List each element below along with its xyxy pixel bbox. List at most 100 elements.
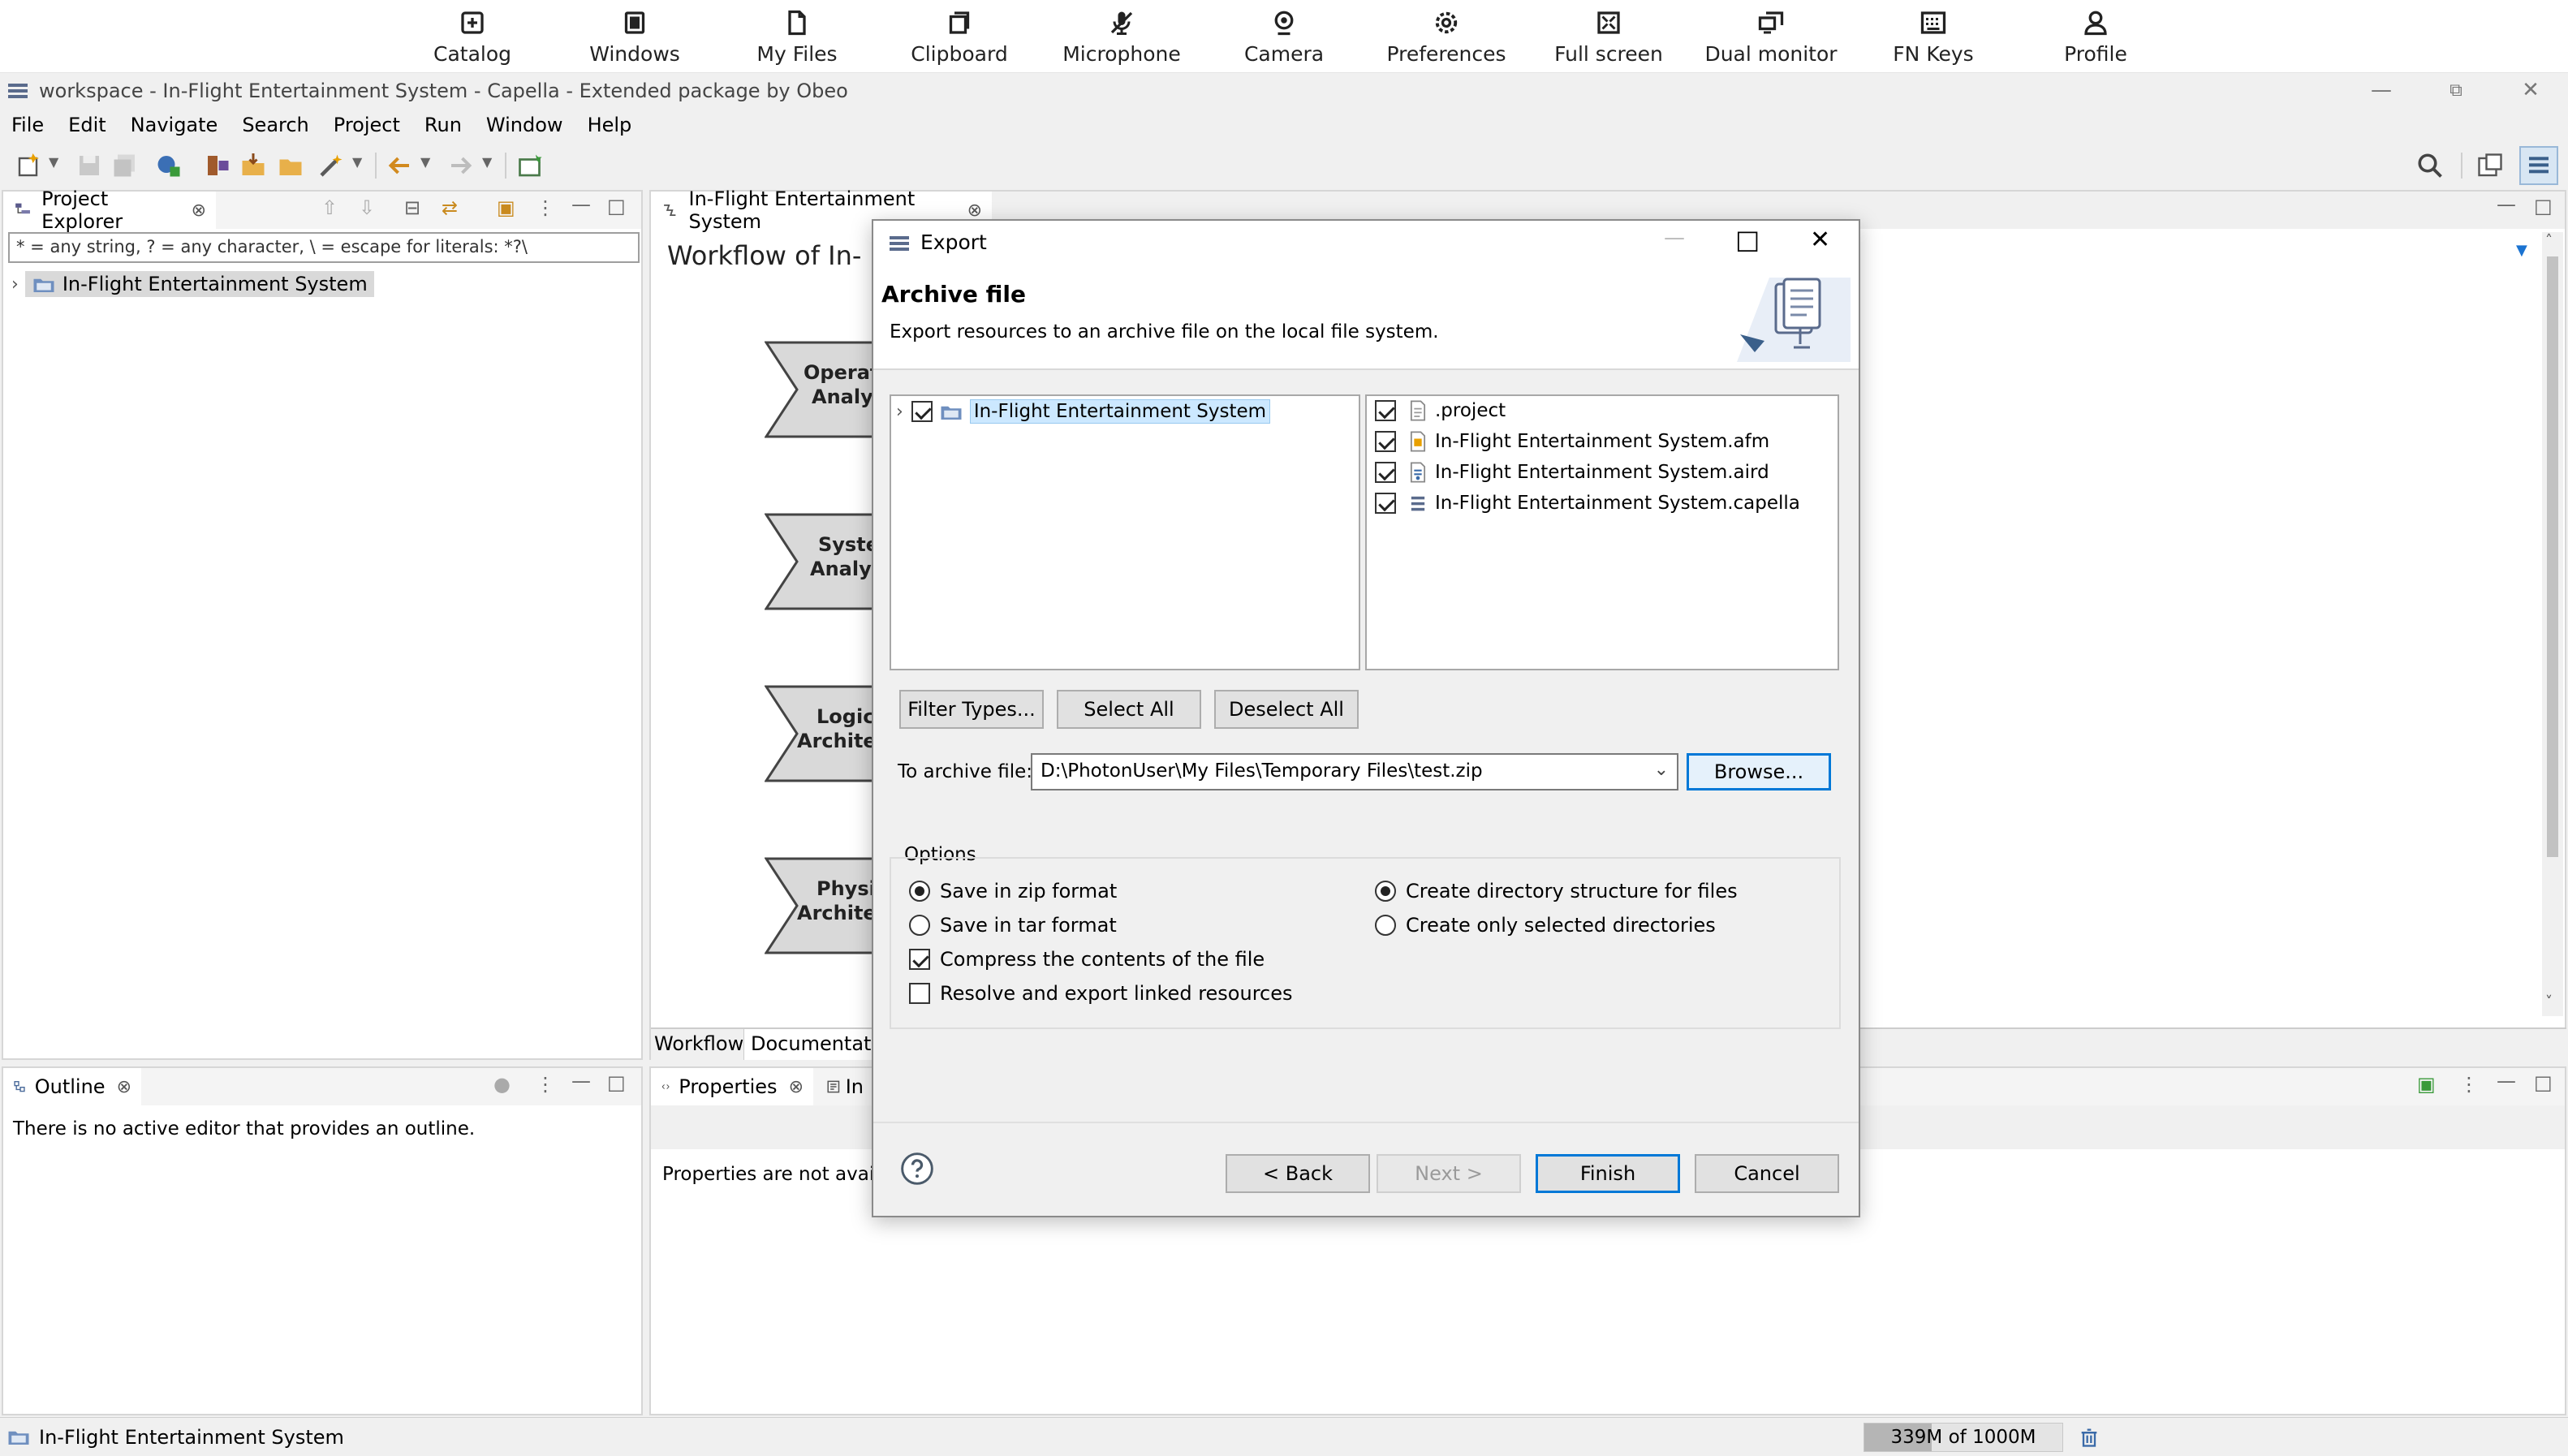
create-selected-dirs-option[interactable]: Create only selected directories (1375, 914, 1716, 937)
select-all-button[interactable]: Select All (1057, 690, 1201, 729)
dialog-maximize-icon[interactable]: □ (1735, 224, 1760, 255)
search-icon[interactable] (2415, 151, 2445, 180)
editor-scrollbar[interactable]: ˄ ˅ (2542, 232, 2563, 1016)
help-icon[interactable] (899, 1151, 935, 1187)
tool-dropdown-chevron-icon[interactable]: ▼ (352, 154, 362, 170)
workflow-step-physical[interactable]: Physi Archite (764, 857, 880, 958)
dialog-minimize-icon[interactable]: — (1664, 226, 1685, 250)
outline-menu-icon[interactable]: ⋮ (536, 1073, 555, 1096)
menu-run[interactable]: Run (424, 114, 462, 136)
file-item-aird[interactable]: In-Flight Entertainment System.aird (1375, 461, 1769, 484)
compress-option[interactable]: Compress the contents of the file (909, 948, 1265, 971)
create-selected-dirs-radio[interactable] (1375, 915, 1396, 936)
heap-status[interactable]: 339M of 1000M (1864, 1423, 2063, 1452)
scroll-up-icon[interactable]: ˄ (2545, 232, 2553, 249)
fn-keys-button[interactable]: FN Keys (1852, 5, 2014, 70)
minimize-view-icon[interactable]: — (571, 193, 591, 216)
create-dir-structure-radio[interactable] (1375, 881, 1396, 902)
minimize-properties-icon[interactable]: — (2497, 1070, 2516, 1092)
forward-arrow-icon[interactable] (446, 151, 476, 180)
deselect-all-button[interactable]: Deselect All (1214, 690, 1359, 729)
resource-tree-item[interactable]: › In-Flight Entertainment System (896, 399, 1271, 424)
chevron-down-icon[interactable]: ⌄ (1654, 760, 1669, 780)
back-button[interactable]: < Back (1226, 1154, 1370, 1193)
view-menu-icon[interactable]: ⋮ (536, 196, 555, 219)
menu-help[interactable]: Help (588, 114, 632, 136)
close-properties-tab-icon[interactable]: ⊗ (789, 1077, 804, 1097)
menu-edit[interactable]: Edit (68, 114, 106, 136)
workflow-step-operational[interactable]: Operat Analy (764, 341, 880, 442)
resource-checkbox[interactable] (911, 401, 933, 422)
link-with-editor-icon[interactable]: ⇄ (442, 196, 458, 219)
full-screen-button[interactable]: Full screen (1527, 5, 1690, 70)
file-item-project[interactable]: .project (1375, 399, 1506, 422)
maximize-properties-icon[interactable]: □ (2534, 1071, 2553, 1094)
close-window-button[interactable]: ✕ (2514, 76, 2547, 104)
minimize-editor-icon[interactable]: — (2497, 193, 2516, 216)
maximize-outline-icon[interactable]: □ (607, 1071, 626, 1094)
save-icon[interactable] (75, 151, 104, 180)
resource-expand-chevron-icon[interactable]: › (896, 402, 903, 422)
open-perspective-icon[interactable] (516, 151, 545, 180)
close-tab-icon[interactable]: ⊗ (192, 200, 206, 221)
tab-information[interactable]: In (817, 1068, 873, 1105)
pin-view-icon[interactable]: ▣ (2417, 1073, 2436, 1096)
file-checkbox[interactable] (1375, 431, 1396, 452)
camera-button[interactable]: Camera (1203, 5, 1365, 70)
lock-icon[interactable]: ▣ (497, 196, 515, 219)
cancel-button[interactable]: Cancel (1695, 1154, 1839, 1193)
compress-checkbox[interactable] (909, 949, 930, 970)
model-tool-icon[interactable] (203, 151, 232, 180)
create-dir-structure-option[interactable]: Create directory structure for files (1375, 880, 1738, 902)
editor-dropdown-icon[interactable]: ▼ (2516, 242, 2527, 259)
profile-button[interactable]: Profile (2014, 5, 2177, 70)
archive-path-combo[interactable]: D:\PhotonUser\My Files\Temporary Files\t… (1031, 753, 1678, 790)
save-tar-radio[interactable] (909, 915, 930, 936)
forward-dropdown-chevron-icon[interactable]: ▼ (482, 154, 492, 170)
restore-window-button[interactable]: ⧉ (2440, 76, 2472, 104)
tab-properties[interactable]: Properties ⊗ (651, 1068, 813, 1105)
tree-item-ifes[interactable]: › In-Flight Entertainment System (11, 271, 374, 297)
dialog-close-icon[interactable]: ✕ (1810, 226, 1830, 254)
back-dropdown-chevron-icon[interactable]: ▼ (420, 154, 430, 170)
catalog-button[interactable]: Catalog (391, 5, 554, 70)
close-outline-tab-icon[interactable]: ⊗ (117, 1077, 131, 1097)
save-zip-option[interactable]: Save in zip format (909, 880, 1117, 902)
tree-item-selected[interactable]: In-Flight Entertainment System (24, 271, 374, 297)
collapse-all-icon[interactable]: ⊟ (404, 196, 420, 219)
open-folder-icon[interactable] (276, 151, 305, 180)
scrollbar-thumb[interactable] (2547, 256, 2558, 857)
file-checkbox[interactable] (1375, 462, 1396, 483)
wand-tool-icon[interactable] (317, 151, 346, 180)
properties-menu-icon[interactable]: ⋮ (2459, 1073, 2479, 1096)
file-checkbox[interactable] (1375, 493, 1396, 514)
menu-window[interactable]: Window (486, 114, 563, 136)
capella-project-icon[interactable] (154, 151, 183, 180)
preferences-button[interactable]: Preferences (1365, 5, 1527, 70)
perspective-switch-icon[interactable] (2475, 151, 2505, 180)
project-filter-input[interactable]: * = any string, ? = any character, \ = e… (8, 232, 640, 263)
my-files-button[interactable]: My Files (716, 5, 878, 70)
file-item-capella[interactable]: In-Flight Entertainment System.capella (1375, 492, 1800, 515)
scroll-down-icon[interactable]: ˅ (2545, 993, 2553, 1010)
minimize-outline-icon[interactable]: — (571, 1070, 591, 1092)
import-icon[interactable] (239, 151, 268, 180)
finish-button[interactable]: Finish (1536, 1154, 1680, 1193)
capella-perspective-button[interactable] (2519, 146, 2558, 185)
file-checkbox[interactable] (1375, 400, 1396, 421)
next-button[interactable]: Next > (1377, 1154, 1521, 1193)
tab-project-explorer[interactable]: Project Explorer ⊗ (3, 187, 216, 233)
microphone-button[interactable]: Microphone (1041, 5, 1203, 70)
garbage-collect-icon[interactable] (2078, 1426, 2101, 1449)
up-arrow-icon[interactable]: ⇧ (321, 196, 338, 219)
maximize-view-icon[interactable]: □ (607, 195, 626, 218)
dual-monitor-button[interactable]: Dual monitor (1690, 5, 1852, 70)
windows-button[interactable]: Windows (554, 5, 716, 70)
file-item-afm[interactable]: In-Flight Entertainment System.afm (1375, 430, 1769, 453)
menu-search[interactable]: Search (242, 114, 308, 136)
down-arrow-icon[interactable]: ⇩ (359, 196, 375, 219)
save-zip-radio[interactable] (909, 881, 930, 902)
close-editor-tab-icon[interactable]: ⊗ (967, 200, 982, 221)
resolve-linked-option[interactable]: Resolve and export linked resources (909, 982, 1293, 1005)
workflow-step-logical[interactable]: Logic Archite (764, 685, 880, 786)
